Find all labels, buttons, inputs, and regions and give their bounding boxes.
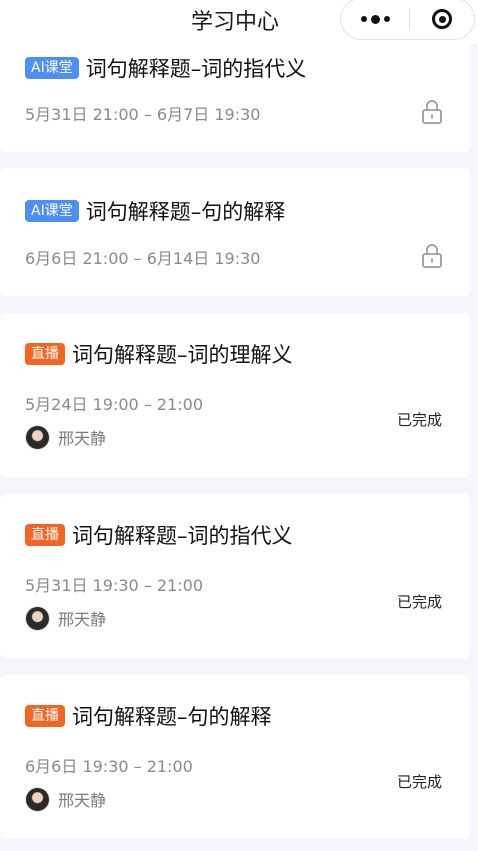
status-completed: 已完成 <box>397 593 443 611</box>
more-menu-button[interactable] <box>341 0 409 39</box>
course-time: 5月24日 19:00 – 21:00 <box>25 395 204 414</box>
course-title: 词句解释题–词的指代义 <box>85 57 307 81</box>
course-time: 6月6日 19:30 – 21:00 <box>25 757 193 776</box>
course-card[interactable]: AI课堂 词句解释题–词的指代义 5月31日 21:00 – 6月7日 19:3… <box>0 30 470 152</box>
teacher-info: 邢天静 <box>25 786 106 812</box>
course-card[interactable]: AI课堂 词句解释题–句的解释 6月6日 21:00 – 6月14日 19:30 <box>0 168 470 296</box>
status-completed: 已完成 <box>397 773 443 791</box>
lock-icon <box>422 244 442 268</box>
lock-icon <box>422 100 442 124</box>
teacher-name: 邢天静 <box>58 429 107 448</box>
ai-class-tag: AI课堂 <box>25 57 79 79</box>
more-dots-icon <box>383 16 390 22</box>
navigation-bar: 学习中心 <box>0 0 478 44</box>
teacher-avatar <box>25 605 50 631</box>
teacher-info: 邢天静 <box>25 424 106 450</box>
status-completed: 已完成 <box>397 411 443 429</box>
course-card[interactable]: 直播 词句解释题–词的理解义 5月24日 19:00 – 21:00 邢天静 已… <box>0 313 470 478</box>
course-time: 5月31日 21:00 – 6月7日 19:30 <box>25 105 261 124</box>
course-title: 词句解释题–词的理解义 <box>72 343 293 367</box>
course-title-row: 直播 词句解释题–句的解释 <box>25 700 272 732</box>
target-circle-icon <box>432 9 452 29</box>
live-tag: 直播 <box>25 524 65 546</box>
course-title-row: 直播 词句解释题–词的指代义 <box>25 519 293 551</box>
course-title-row: AI课堂 词句解释题–词的指代义 <box>25 52 306 84</box>
course-card[interactable]: 直播 词句解释题–句的解释 6月6日 19:30 – 21:00 邢天静 已完成 <box>0 675 470 839</box>
mini-program-capsule <box>340 0 475 40</box>
teacher-name: 邢天静 <box>58 791 107 810</box>
live-tag: 直播 <box>25 705 65 727</box>
course-title: 词句解释题–句的解释 <box>85 200 286 224</box>
more-dots-icon <box>370 14 380 24</box>
teacher-info: 邢天静 <box>25 605 106 631</box>
more-dots-icon <box>360 16 367 22</box>
course-time: 6月6日 21:00 – 6月14日 19:30 <box>25 249 261 268</box>
course-title-row: AI课堂 词句解释题–句的解释 <box>25 195 285 227</box>
teacher-name: 邢天静 <box>58 610 107 629</box>
course-title: 词句解释题–句的解释 <box>72 705 272 729</box>
ai-class-tag: AI课堂 <box>25 200 79 222</box>
course-card[interactable]: 直播 词句解释题–词的指代义 5月31日 19:30 – 21:00 邢天静 已… <box>0 494 470 658</box>
course-time: 5月31日 19:30 – 21:00 <box>25 576 204 595</box>
teacher-avatar <box>25 786 50 812</box>
course-title-row: 直播 词句解释题–词的理解义 <box>25 338 293 370</box>
live-tag: 直播 <box>25 343 65 365</box>
course-title: 词句解释题–词的指代义 <box>72 524 293 548</box>
close-mini-program-button[interactable] <box>410 0 474 39</box>
teacher-avatar <box>25 424 50 450</box>
